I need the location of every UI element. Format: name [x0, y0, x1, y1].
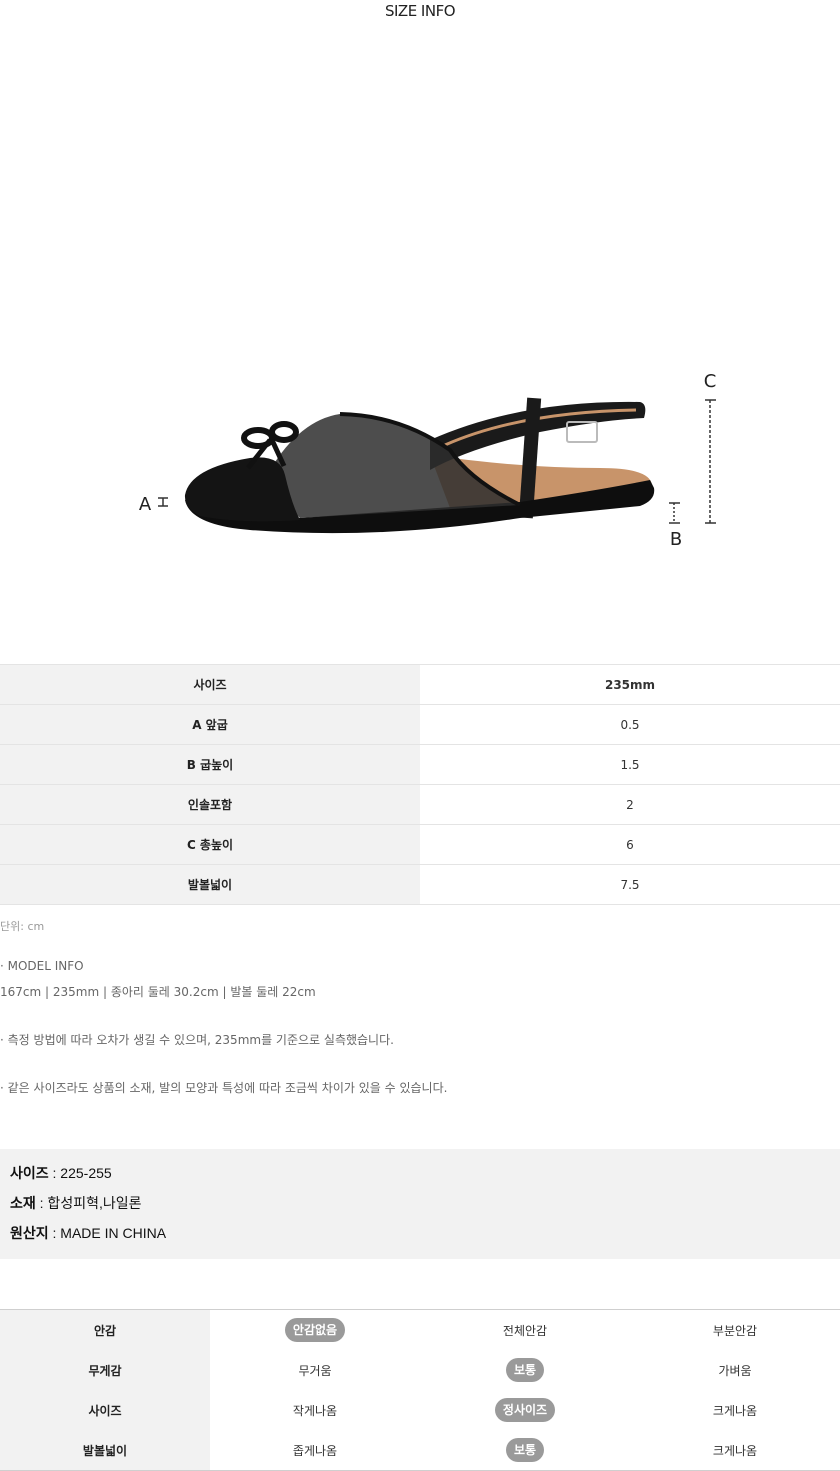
page-title: SIZE INFO: [384, 2, 456, 20]
size-label: 발볼넓이: [0, 864, 420, 905]
fit-feel-table: 안감 안감없음 전체안감 부분안감 무게감 무거움 보통 가벼움 사이즈 작게나…: [0, 1309, 840, 1471]
table-row: C 총높이 6: [0, 824, 840, 865]
table-row: 안감 안감없음 전체안감 부분안감: [0, 1309, 840, 1350]
size-label: A 앞굽: [0, 704, 420, 745]
feel-option: 전체안감: [420, 1309, 630, 1350]
feel-label: 사이즈: [0, 1390, 210, 1430]
model-info-title: · MODEL INFO: [0, 959, 84, 973]
size-label: 사이즈: [0, 664, 420, 705]
table-row: 발볼넓이 좁게나옴 보통 크게나옴: [0, 1430, 840, 1471]
spec-material: 소재 : 합성피혁,나일론: [10, 1195, 142, 1211]
table-row: 무게감 무거움 보통 가벼움: [0, 1350, 840, 1390]
feel-option: 보통: [420, 1430, 630, 1471]
feel-option: 좁게나옴: [210, 1430, 420, 1471]
size-value: 6: [420, 824, 840, 865]
measurement-note: · 측정 방법에 따라 오차가 생길 수 있으며, 235mm를 기준으로 실측…: [0, 1033, 394, 1047]
feel-option: 보통: [420, 1350, 630, 1390]
size-value: 7.5: [420, 864, 840, 905]
table-row: 사이즈 235mm: [0, 664, 840, 705]
feel-option: 무거움: [210, 1350, 420, 1390]
feel-option: 안감없음: [210, 1309, 420, 1350]
size-label: 인솔포함: [0, 784, 420, 825]
dimension-label-a: A: [139, 494, 152, 515]
dimension-label-c: C: [704, 371, 717, 392]
dimension-label-b: B: [670, 529, 682, 550]
table-row: 발볼넓이 7.5: [0, 864, 840, 905]
selected-badge: 정사이즈: [494, 1398, 556, 1422]
size-value: 0.5: [420, 704, 840, 745]
feel-option: 가벼움: [630, 1350, 840, 1390]
unit-note: 단위: cm: [0, 920, 45, 933]
feel-option: 크게나옴: [630, 1430, 840, 1471]
size-value: 2: [420, 784, 840, 825]
feel-option: 작게나옴: [210, 1390, 420, 1430]
table-row: 인솔포함 2: [0, 784, 840, 825]
model-info-detail: 167cm | 235mm | 종아리 둘레 30.2cm | 발볼 둘레 22…: [0, 985, 316, 999]
size-label: B 굽높이: [0, 744, 420, 785]
variance-note: · 같은 사이즈라도 상품의 소재, 발의 모양과 특성에 따라 조금씩 차이가…: [0, 1081, 448, 1095]
table-row: 사이즈 작게나옴 정사이즈 크게나옴: [0, 1390, 840, 1430]
size-value: 1.5: [420, 744, 840, 785]
feel-option: 부분안감: [630, 1309, 840, 1350]
selected-badge: 보통: [505, 1358, 545, 1382]
feel-label: 발볼넓이: [0, 1430, 210, 1471]
selected-badge: 안감없음: [284, 1318, 346, 1342]
feel-label: 무게감: [0, 1350, 210, 1390]
size-table: 사이즈 235mm A 앞굽 0.5 B 굽높이 1.5 인솔포함 2 C 총높이 6 발…: [0, 664, 840, 905]
spec-origin: 원산지 : MADE IN CHINA: [10, 1225, 167, 1241]
size-value: 235mm: [420, 664, 840, 705]
shoe-size-diagram: A B C: [139, 371, 717, 550]
feel-option: 크게나옴: [630, 1390, 840, 1430]
spec-size: 사이즈 : 225-255: [10, 1165, 112, 1181]
feel-option: 정사이즈: [420, 1390, 630, 1430]
table-row: A 앞굽 0.5: [0, 704, 840, 745]
table-row: B 굽높이 1.5: [0, 744, 840, 785]
product-spec-box: 사이즈 : 225-255 소재 : 합성피혁,나일론 원산지 : MADE I…: [0, 1149, 840, 1259]
size-label: C 총높이: [0, 824, 420, 865]
selected-badge: 보통: [505, 1438, 545, 1462]
feel-label: 안감: [0, 1309, 210, 1350]
